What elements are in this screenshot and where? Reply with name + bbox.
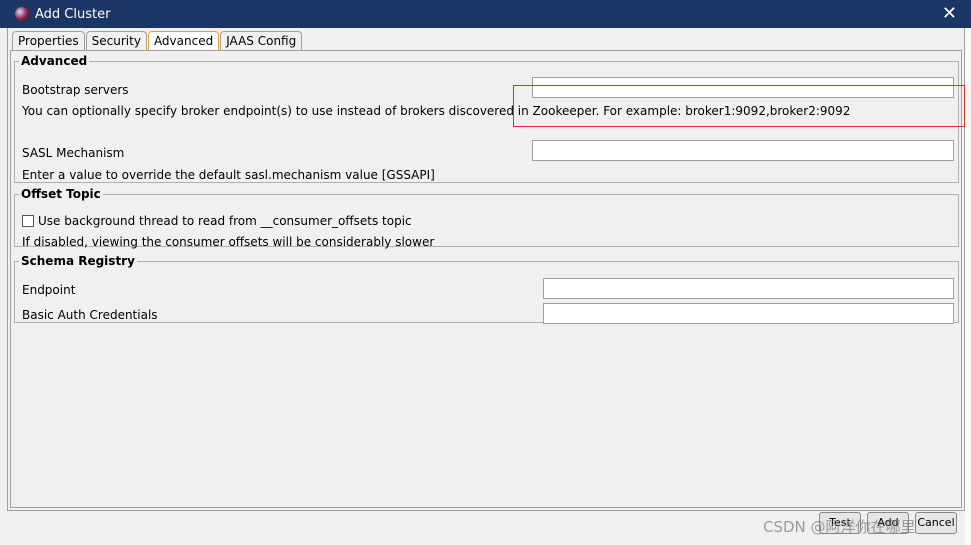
cancel-button[interactable]: Cancel: [915, 512, 957, 534]
app-icon: [15, 7, 29, 21]
sasl-label: SASL Mechanism: [22, 146, 125, 160]
bootstrap-label: Bootstrap servers: [22, 83, 129, 97]
window-title: Add Cluster: [35, 6, 111, 22]
advanced-legend: Advanced: [21, 54, 88, 68]
highlight-box: [513, 85, 965, 127]
offset-help: If disabled, viewing the consumer offset…: [22, 235, 435, 249]
offset-legend: Offset Topic: [21, 187, 101, 201]
close-icon[interactable]: ✕: [942, 3, 957, 24]
endpoint-input[interactable]: [543, 278, 954, 299]
tab-properties[interactable]: Properties: [12, 31, 85, 51]
auth-label: Basic Auth Credentials: [22, 308, 158, 322]
title-bar: Add Cluster ✕: [0, 0, 971, 28]
dialog: Properties Security Advanced JAAS Config…: [7, 28, 965, 511]
schema-legend: Schema Registry: [21, 254, 135, 268]
sasl-mechanism-input[interactable]: [532, 140, 954, 161]
background-window: [965, 28, 971, 545]
tab-panel: Advanced Bootstrap servers You can optio…: [10, 50, 965, 508]
tab-security[interactable]: Security: [85, 31, 147, 51]
tab-bar: Properties Security Advanced JAAS Config: [12, 31, 303, 51]
offset-topic-group: Offset Topic Use background thread to re…: [14, 187, 959, 249]
tab-advanced[interactable]: Advanced: [147, 31, 220, 51]
sasl-help: Enter a value to override the default sa…: [22, 168, 435, 182]
schema-registry-group: Schema Registry Endpoint Basic Auth Cred…: [14, 254, 959, 324]
tab-jaas-config[interactable]: JAAS Config: [220, 31, 303, 51]
watermark: CSDN @阿洋你在哪里: [763, 518, 916, 536]
auth-credentials-input[interactable]: [543, 303, 954, 324]
background-thread-checkbox[interactable]: [22, 215, 34, 227]
endpoint-label: Endpoint: [22, 283, 76, 297]
checkbox-label: Use background thread to read from __con…: [38, 214, 412, 228]
